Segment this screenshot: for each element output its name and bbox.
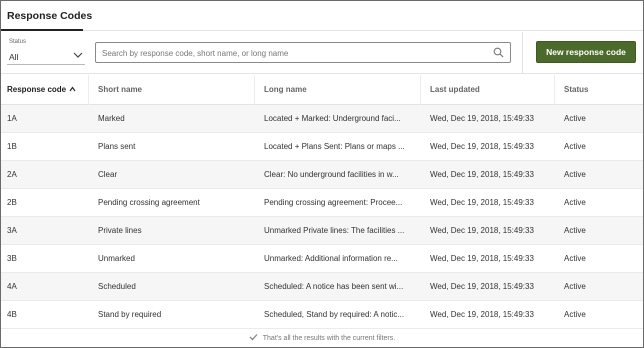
cell-last-updated: Wed, Dec 19, 2018, 15:49:33 xyxy=(430,114,534,123)
cell-short-name: Scheduled xyxy=(98,282,136,291)
cell-status: Active xyxy=(564,170,586,179)
cell-response-code: 1A xyxy=(7,114,17,123)
cell-response-code: 3A xyxy=(7,226,17,235)
cell-last-updated: Wed, Dec 19, 2018, 15:49:33 xyxy=(430,310,534,319)
cell-short-name: Stand by required xyxy=(98,310,162,319)
sort-up-icon xyxy=(69,86,76,92)
cell-status: Active xyxy=(564,282,586,291)
cell-long-name: Located + Marked: Underground faci... xyxy=(264,114,401,123)
cell-last-updated: Wed, Dec 19, 2018, 15:49:33 xyxy=(430,170,534,179)
results-footer-message: That's all the results with the current … xyxy=(262,335,396,342)
cell-last-updated: Wed, Dec 19, 2018, 15:49:33 xyxy=(430,282,534,291)
chevron-down-icon xyxy=(73,52,83,58)
response-codes-page: Response Codes Status All New response c… xyxy=(0,0,644,348)
cell-response-code: 4B xyxy=(7,310,17,319)
cell-response-code: 3B xyxy=(7,254,17,263)
new-response-code-button[interactable]: New response code xyxy=(536,41,636,63)
table-row[interactable]: 2A Clear Clear: No underground facilitie… xyxy=(1,161,643,189)
cell-short-name: Pending crossing agreement xyxy=(98,198,200,207)
table-header: Response code Short name Long name Last … xyxy=(1,75,643,105)
cell-status: Active xyxy=(564,254,586,263)
search-box xyxy=(95,42,511,63)
cell-short-name: Unmarked xyxy=(98,254,135,263)
toolbar-divider xyxy=(522,32,523,73)
cell-last-updated: Wed, Dec 19, 2018, 15:49:33 xyxy=(430,198,534,207)
status-filter-dropdown[interactable]: Status All xyxy=(7,37,85,65)
cell-status: Active xyxy=(564,226,586,235)
cell-long-name: Clear: No underground facilities in w... xyxy=(264,170,399,179)
cell-long-name: Pending crossing agreement: Procee... xyxy=(264,198,403,207)
cell-status: Active xyxy=(564,142,586,151)
column-header-short-name[interactable]: Short name xyxy=(98,75,248,105)
cell-response-code: 1B xyxy=(7,142,17,151)
cell-short-name: Marked xyxy=(98,114,125,123)
cell-response-code: 4A xyxy=(7,282,17,291)
cell-last-updated: Wed, Dec 19, 2018, 15:49:33 xyxy=(430,142,534,151)
filter-toolbar: Status All New response code xyxy=(1,32,643,74)
tab-response-codes[interactable]: Response Codes xyxy=(7,1,92,31)
cell-short-name: Plans sent xyxy=(98,142,136,151)
column-header-response-code[interactable]: Response code xyxy=(7,75,85,105)
search-icon[interactable] xyxy=(493,47,504,58)
cell-last-updated: Wed, Dec 19, 2018, 15:49:33 xyxy=(430,254,534,263)
search-input[interactable] xyxy=(102,46,482,60)
cell-short-name: Clear xyxy=(98,170,118,179)
status-caption: Status xyxy=(9,39,27,45)
column-divider xyxy=(554,75,555,105)
table-row[interactable]: 2B Pending crossing agreement Pending cr… xyxy=(1,189,643,217)
column-divider xyxy=(254,75,255,105)
cell-long-name: Scheduled, Stand by required: A notic... xyxy=(264,310,405,319)
check-icon xyxy=(249,334,258,341)
column-header-last-updated[interactable]: Last updated xyxy=(430,75,555,105)
cell-long-name: Unmarked: Additional information re... xyxy=(264,254,398,263)
response-codes-table: Response code Short name Long name Last … xyxy=(1,75,643,329)
cell-long-name: Unmarked Private lines: The facilities .… xyxy=(264,226,405,235)
column-header-status[interactable]: Status xyxy=(564,75,639,105)
table-row[interactable]: 4A Scheduled Scheduled: A notice has bee… xyxy=(1,273,643,301)
cell-status: Active xyxy=(564,114,586,123)
column-divider xyxy=(420,75,421,105)
cell-status: Active xyxy=(564,198,586,207)
table-row[interactable]: 4B Stand by required Scheduled, Stand by… xyxy=(1,301,643,329)
cell-long-name: Located + Plans Sent: Plans or maps ... xyxy=(264,142,405,151)
tab-label: Response Codes xyxy=(7,10,93,22)
table-row[interactable]: 3A Private lines Unmarked Private lines:… xyxy=(1,217,643,245)
column-header-long-name[interactable]: Long name xyxy=(264,75,414,105)
tab-bar: Response Codes xyxy=(1,1,643,31)
table-row[interactable]: 1A Marked Located + Marked: Underground … xyxy=(1,105,643,133)
cell-status: Active xyxy=(564,310,586,319)
cell-response-code: 2A xyxy=(7,170,17,179)
cell-long-name: Scheduled: A notice has been sent wi... xyxy=(264,282,404,291)
cell-last-updated: Wed, Dec 19, 2018, 15:49:33 xyxy=(430,226,534,235)
cell-short-name: Private lines xyxy=(98,226,142,235)
status-value: All xyxy=(9,52,19,62)
column-divider xyxy=(88,75,89,105)
results-footer: That's all the results with the current … xyxy=(1,331,643,347)
active-tab-indicator xyxy=(1,29,83,31)
cell-response-code: 2B xyxy=(7,198,17,207)
table-row[interactable]: 1B Plans sent Located + Plans Sent: Plan… xyxy=(1,133,643,161)
table-row[interactable]: 3B Unmarked Unmarked: Additional informa… xyxy=(1,245,643,273)
column-header-label: Response code xyxy=(7,85,67,94)
